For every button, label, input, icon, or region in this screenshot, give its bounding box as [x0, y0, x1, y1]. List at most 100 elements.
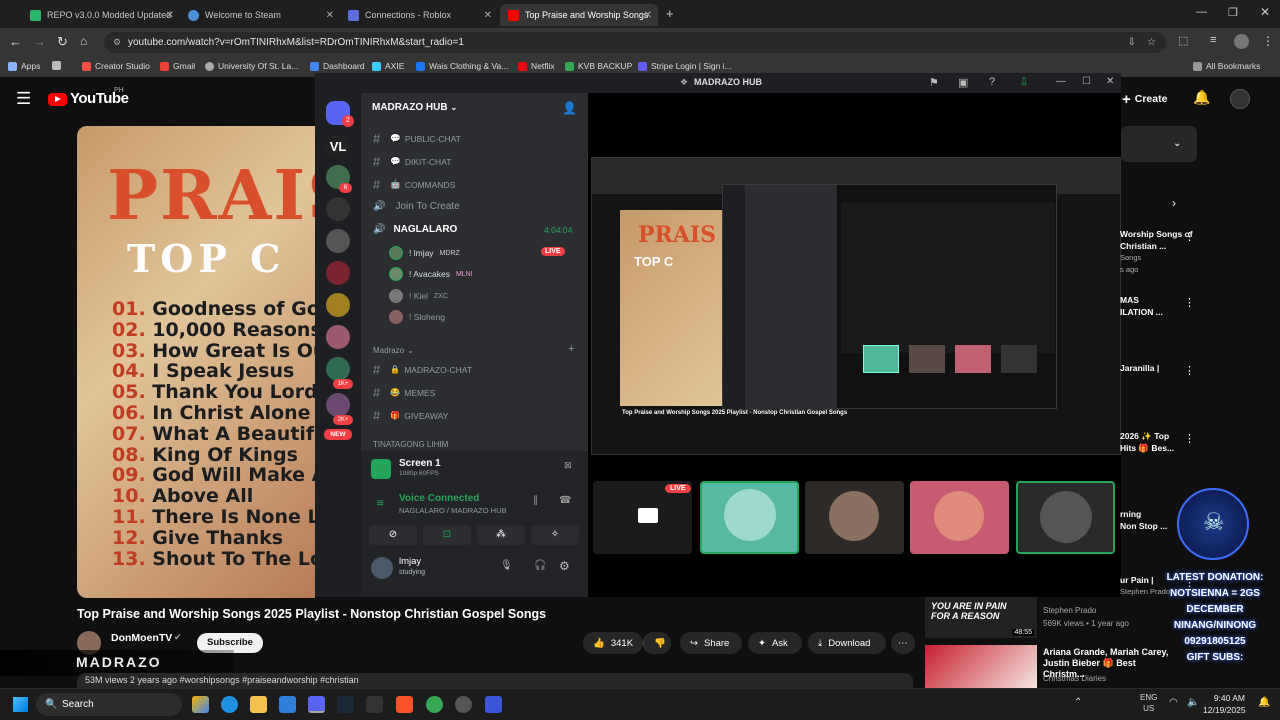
channel-join-to-create[interactable]: 🔊 Join To Create: [373, 201, 460, 212]
discord-taskbar-icon[interactable]: [308, 696, 325, 713]
voice-user[interactable]: ! Kiel ZXC: [389, 289, 448, 303]
edge-icon[interactable]: [221, 696, 238, 713]
video-player[interactable]: PRAIS TOP C 01. Goodness of God02. 10,00…: [77, 126, 315, 598]
steam-taskbar-icon[interactable]: [337, 696, 354, 713]
app-icon[interactable]: [485, 696, 502, 713]
download-icon[interactable]: ⇩: [1019, 75, 1029, 89]
server-icon[interactable]: [326, 393, 350, 417]
server-icon[interactable]: [326, 197, 350, 221]
recommended-item[interactable]: Jaranilla | ⋮: [1120, 362, 1195, 377]
server-icon[interactable]: [326, 261, 350, 285]
brave-icon[interactable]: [396, 696, 413, 713]
microphone-icon[interactable]: 🎙: [500, 560, 513, 571]
menu-icon[interactable]: ⋮: [1262, 34, 1274, 48]
file-explorer-icon[interactable]: [250, 696, 267, 713]
server-icon[interactable]: [326, 325, 350, 349]
server-header[interactable]: MADRAZO HUB ⌄: [372, 102, 457, 113]
voice-user[interactable]: ! lmjay MDRZ: [389, 246, 460, 260]
outlook-icon[interactable]: [279, 696, 296, 713]
close-tab-icon[interactable]: ✕: [484, 10, 492, 21]
home-icon[interactable]: ⌂: [80, 34, 87, 48]
back-icon[interactable]: ←: [9, 34, 22, 49]
channel-memes[interactable]: # 😂 MEMES: [373, 385, 435, 400]
notification-icon[interactable]: 🔔: [1258, 697, 1270, 708]
channel-dikit-chat[interactable]: # 💬 DIKIT-CHAT: [373, 154, 451, 169]
ask-button[interactable]: ✦ Ask: [748, 632, 802, 654]
headphones-icon[interactable]: 🎧: [534, 560, 546, 571]
bookmark-star-icon[interactable]: ☆: [1147, 32, 1156, 53]
voice-channel-naglalaro[interactable]: 🔊 NAGLALARO: [373, 224, 457, 235]
recommended-item[interactable]: MAS ILATION ... ⋮: [1120, 294, 1195, 318]
download-button[interactable]: ⤓ Download: [808, 632, 886, 654]
channel-public-chat[interactable]: # 💬 PUBLIC-CHAT: [373, 131, 461, 146]
forward-icon[interactable]: →: [33, 34, 46, 49]
noise-suppression-icon[interactable]: ∥: [533, 495, 538, 506]
terminal-icon[interactable]: [366, 696, 383, 713]
category-tinatagong-lihim[interactable]: TINATAGONG LIHIM: [373, 440, 448, 449]
server-icon[interactable]: [326, 293, 350, 317]
like-button[interactable]: 👍 341K: [583, 632, 643, 654]
all-bookmarks[interactable]: All Bookmarks: [1193, 61, 1260, 71]
stream-tile-user[interactable]: [1016, 481, 1115, 554]
tab-repo[interactable]: REPO v3.0.0 Modded Updated ✕: [22, 4, 180, 26]
language-indicator[interactable]: ENG US: [1140, 692, 1157, 714]
bookmark-wais[interactable]: Wais Clothing & Va...: [416, 61, 508, 71]
stream-tile-user[interactable]: [700, 481, 799, 554]
bookmark-gmail[interactable]: Gmail: [160, 61, 195, 71]
discord-close-icon[interactable]: ✕: [1106, 76, 1114, 87]
install-icon[interactable]: ⇩: [1128, 32, 1136, 53]
video-description[interactable]: 53M views 2 years ago #worshipsongs #pra…: [77, 673, 913, 688]
sidebar-chip[interactable]: ⌄: [1121, 126, 1197, 162]
server-vl[interactable]: VL: [326, 135, 350, 159]
volume-icon[interactable]: 🔈: [1187, 697, 1199, 708]
share-button[interactable]: ↪ Share: [680, 632, 742, 654]
bookmark-kvb[interactable]: KVB BACKUP: [565, 61, 632, 71]
tray-chevron-icon[interactable]: ⌃: [1074, 697, 1082, 708]
more-icon[interactable]: ⋮: [1184, 432, 1195, 445]
add-channel-icon[interactable]: +: [568, 343, 574, 355]
user-avatar[interactable]: [371, 557, 393, 579]
close-tab-icon[interactable]: ✕: [644, 10, 652, 21]
bookmark-dashboard[interactable]: Dashboard: [310, 61, 365, 71]
bookmark-apps[interactable]: Apps: [8, 61, 40, 71]
more-actions-button[interactable]: ⋯: [891, 632, 915, 654]
discord-minimize-icon[interactable]: —: [1056, 76, 1066, 87]
stream-view[interactable]: PRAIS TOP C Top Praise and Worship Songs…: [588, 93, 1121, 597]
voice-connected-label[interactable]: Voice Connected: [399, 493, 479, 504]
grid-icon[interactable]: [52, 61, 65, 70]
wifi-icon[interactable]: ◠: [1169, 697, 1178, 708]
tab-steam[interactable]: Welcome to Steam ✕: [180, 4, 340, 26]
voice-user[interactable]: ! Avacakes MLNI: [389, 267, 473, 281]
media-icon[interactable]: ≡: [1210, 34, 1216, 46]
side-video-thumb[interactable]: YOU ARE IN PAIN FOR A REASON 48:55: [925, 597, 1037, 638]
maximize-icon[interactable]: ❐: [1228, 6, 1238, 19]
new-badge[interactable]: NEW: [324, 429, 352, 440]
hamburger-menu-icon[interactable]: ☰: [16, 89, 31, 109]
activities-button[interactable]: ⁂: [477, 525, 525, 545]
stream-tile-screen[interactable]: LIVE: [593, 481, 692, 554]
stop-stream-icon[interactable]: ⊠: [564, 460, 572, 471]
extensions-icon[interactable]: ⬚: [1178, 34, 1188, 47]
obs-icon[interactable]: [455, 696, 472, 713]
tab-roblox[interactable]: Connections - Roblox ✕: [340, 4, 498, 26]
voice-user[interactable]: ! Sloheng: [389, 310, 445, 324]
side-video-thumb[interactable]: [925, 645, 1037, 688]
soundboard-button[interactable]: ✧: [531, 525, 579, 545]
create-button[interactable]: + Create: [1122, 88, 1167, 110]
nested-screen-share[interactable]: PRAIS TOP C Top Praise and Worship Songs…: [591, 157, 1121, 455]
stream-tile-user[interactable]: [910, 481, 1009, 554]
bookmark-stripe[interactable]: Stripe Login | Sign i...: [638, 61, 732, 71]
reload-icon[interactable]: ↻: [57, 34, 68, 50]
category-madrazo[interactable]: Madrazo ⌄: [373, 346, 414, 355]
settings-gear-icon[interactable]: ⚙: [559, 559, 570, 573]
disconnect-icon[interactable]: ☎: [559, 495, 571, 506]
new-tab-icon[interactable]: +: [666, 6, 674, 21]
flag-icon[interactable]: ⚑: [929, 76, 939, 89]
more-icon[interactable]: ⋮: [1184, 296, 1195, 309]
windows-start-icon[interactable]: [13, 697, 28, 712]
channel-giveaway[interactable]: # 🎁 GIVEAWAY: [373, 408, 448, 423]
close-window-icon[interactable]: ✕: [1260, 5, 1270, 19]
stream-tile-user[interactable]: [805, 481, 904, 554]
recommended-item[interactable]: 2026 ✨ Top Hits 🎁 Bes... ⋮: [1120, 430, 1195, 454]
bookmark-university[interactable]: University Of St. La...: [205, 61, 298, 71]
